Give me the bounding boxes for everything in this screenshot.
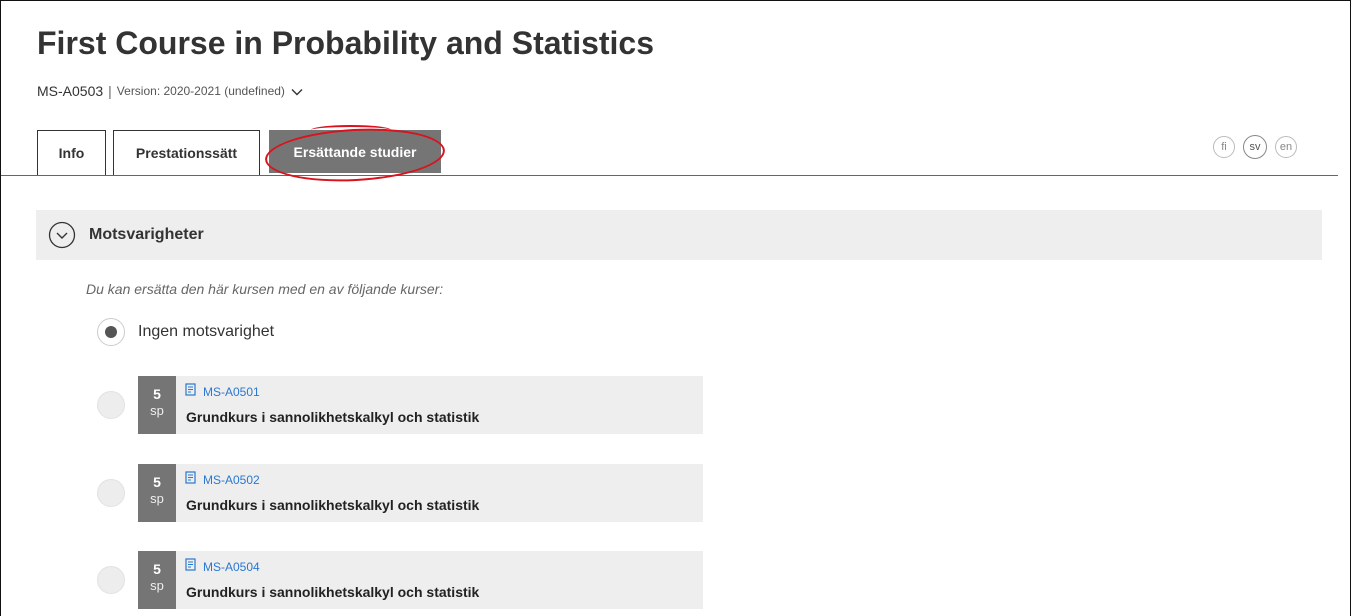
document-icon bbox=[185, 471, 197, 489]
course-name: Grundkurs i sannolikhetskalkyl och stati… bbox=[186, 409, 480, 425]
radio-label-none: Ingen motsvarighet bbox=[138, 323, 275, 340]
credits-unit: sp bbox=[150, 403, 164, 418]
page-title: First Course in Probability and Statisti… bbox=[37, 25, 655, 61]
document-icon bbox=[185, 383, 197, 401]
chevron-down-icon[interactable] bbox=[291, 85, 303, 97]
tab-divider bbox=[1, 175, 1338, 176]
meta-separator: | bbox=[108, 83, 112, 99]
tab-info[interactable]: Info bbox=[37, 130, 106, 175]
radio-selected[interactable] bbox=[97, 318, 125, 346]
tab-ersattande-studier[interactable]: Ersättande studier bbox=[269, 130, 441, 173]
radio-unselected[interactable] bbox=[97, 566, 125, 594]
course-code-row: MS-A0504 bbox=[185, 558, 260, 576]
radio-option-none[interactable]: Ingen motsvarighet bbox=[97, 318, 274, 346]
radio-dot bbox=[105, 326, 117, 338]
course-name: Grundkurs i sannolikhetskalkyl och stati… bbox=[186, 497, 480, 513]
credits-badge: 5 sp bbox=[138, 376, 176, 434]
section-header-motsvarigheter[interactable]: Motsvarigheter bbox=[36, 210, 1322, 260]
course-code-row: MS-A0501 bbox=[185, 383, 260, 401]
page-frame: First Course in Probability and Statisti… bbox=[0, 0, 1351, 616]
lang-sv[interactable]: sv bbox=[1243, 135, 1267, 159]
section-intro: Du kan ersätta den här kursen med en av … bbox=[86, 281, 444, 297]
credits-value: 5 bbox=[153, 561, 161, 577]
course-option: 5 sp MS-A0504 Grundkurs i sannolikhetska… bbox=[97, 551, 703, 609]
lang-en[interactable]: en bbox=[1275, 136, 1297, 158]
credits-value: 5 bbox=[153, 474, 161, 490]
course-code-row: MS-A0502 bbox=[185, 471, 260, 489]
credits-badge: 5 sp bbox=[138, 551, 176, 609]
credits-badge: 5 sp bbox=[138, 464, 176, 522]
lang-fi[interactable]: fi bbox=[1213, 136, 1235, 158]
collapse-toggle-icon[interactable] bbox=[47, 220, 77, 250]
tab-bar: Info Prestationssätt Ersättande studier bbox=[37, 130, 441, 175]
course-option: 5 sp MS-A0502 Grundkurs i sannolikhetska… bbox=[97, 464, 703, 522]
course-code-link[interactable]: MS-A0502 bbox=[203, 473, 260, 487]
credits-unit: sp bbox=[150, 491, 164, 506]
course-meta: MS-A0503 | Version: 2020-2021 (undefined… bbox=[37, 83, 303, 99]
credits-unit: sp bbox=[150, 578, 164, 593]
course-code-link[interactable]: MS-A0501 bbox=[203, 385, 260, 399]
course-card: 5 sp MS-A0502 Grundkurs i sannolikhetska… bbox=[138, 464, 703, 522]
course-name: Grundkurs i sannolikhetskalkyl och stati… bbox=[186, 584, 480, 600]
course-code-link[interactable]: MS-A0504 bbox=[203, 560, 260, 574]
document-icon bbox=[185, 558, 197, 576]
course-card: 5 sp MS-A0504 Grundkurs i sannolikhetska… bbox=[138, 551, 703, 609]
course-card: 5 sp MS-A0501 Grundkurs i sannolikhetska… bbox=[138, 376, 703, 434]
version-select[interactable]: Version: 2020-2021 (undefined) bbox=[117, 84, 285, 98]
course-option: 5 sp MS-A0501 Grundkurs i sannolikhetska… bbox=[97, 376, 703, 434]
radio-unselected[interactable] bbox=[97, 391, 125, 419]
radio-unselected[interactable] bbox=[97, 479, 125, 507]
tab-prestationssatt[interactable]: Prestationssätt bbox=[113, 130, 260, 175]
language-switcher: fi sv en bbox=[1213, 135, 1297, 159]
credits-value: 5 bbox=[153, 386, 161, 402]
course-code: MS-A0503 bbox=[37, 83, 104, 99]
section-title: Motsvarigheter bbox=[89, 226, 204, 243]
